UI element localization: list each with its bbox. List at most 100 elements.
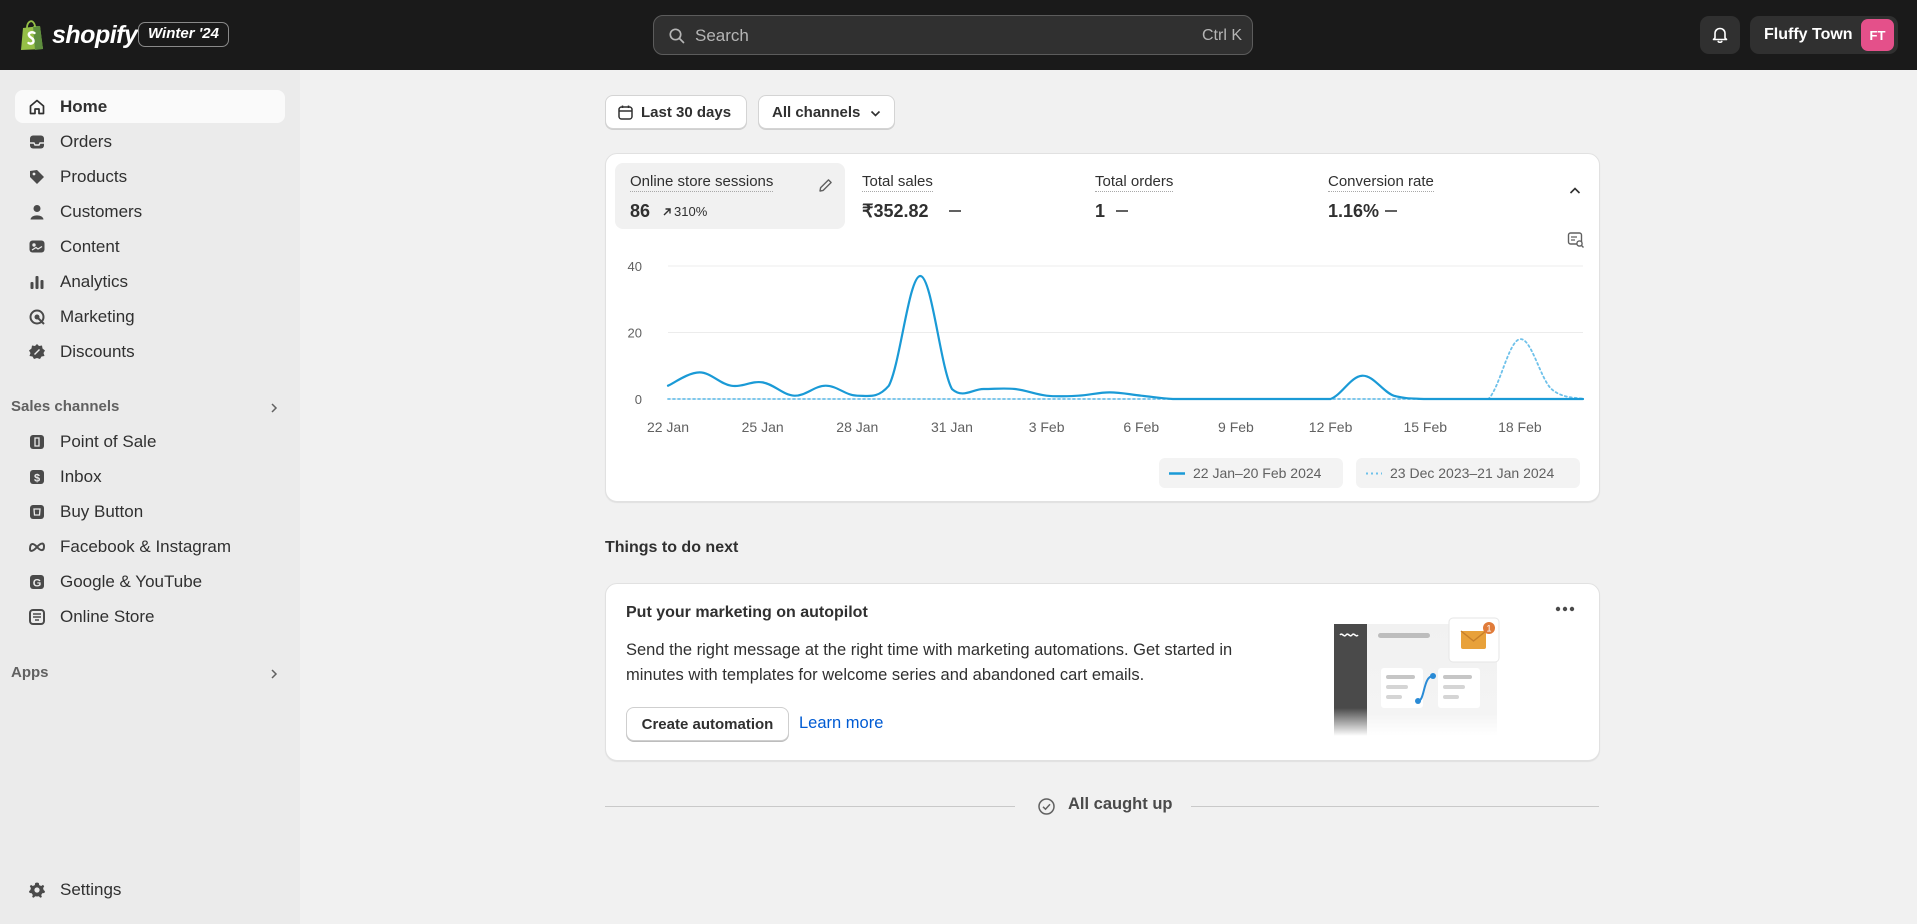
- sidebar-item-customers[interactable]: Customers: [15, 195, 285, 228]
- sidebar-item-label: Facebook & Instagram: [60, 537, 232, 556]
- metric-label: Total sales: [862, 173, 933, 192]
- sidebar-item-label: Google & YouTube: [60, 572, 203, 591]
- sidebar-item-label: Marketing: [60, 307, 135, 326]
- y-tick-label: 0: [635, 392, 642, 407]
- notifications-button[interactable]: [1700, 16, 1740, 54]
- sidebar-item-online-store[interactable]: Online Store: [15, 600, 285, 633]
- sidebar-item-label: Orders: [60, 132, 112, 151]
- pos-icon: [30, 435, 44, 449]
- series-line-current: [666, 274, 1585, 401]
- metric-label: Online store sessions: [630, 173, 774, 192]
- shopify-logo[interactable]: shopify: [18, 16, 138, 54]
- sidebar-item-content[interactable]: Content: [15, 230, 285, 263]
- sidebar-item-buy-button[interactable]: Buy Button: [15, 495, 285, 528]
- sidebar-item-label: Products: [60, 167, 128, 186]
- divider-line: [605, 806, 1015, 807]
- bell-icon: [1712, 27, 1728, 44]
- date-range-button[interactable]: Last 30 days: [605, 95, 747, 129]
- sidebar-item-google-youtube[interactable]: G Google & YouTube: [15, 565, 285, 598]
- top-bar: shopify Winter '24 Search Ctrl K Fluffy …: [0, 0, 1917, 70]
- channels-label: All channels: [772, 104, 861, 121]
- sidebar-item-orders[interactable]: Orders: [15, 125, 285, 158]
- sidebar-item-label: Online Store: [60, 607, 155, 626]
- person-icon: [30, 205, 44, 220]
- marketing-automation-card: Put your marketing on autopilot Send the…: [605, 583, 1600, 761]
- legend-dotted-swatch: [1366, 472, 1382, 475]
- content-icon: [29, 240, 45, 253]
- y-tick-label: 40: [628, 259, 642, 274]
- svg-text:G: G: [33, 578, 42, 590]
- no-change-dash: [1116, 210, 1128, 212]
- arrow-up-right-icon: [663, 208, 671, 216]
- notification-badge-count: 1: [1486, 624, 1491, 634]
- google-icon: G: [30, 575, 44, 590]
- home-icon: [29, 99, 45, 115]
- x-tick-label: 3 Feb: [1029, 419, 1065, 434]
- gear-icon: [29, 882, 45, 898]
- sidebar-item-label: Home: [60, 97, 108, 116]
- metric-label: Conversion rate: [1328, 173, 1434, 192]
- sales-channels-header[interactable]: Sales channels: [11, 398, 281, 422]
- search-placeholder: Search: [695, 26, 749, 45]
- no-change-dash: [949, 210, 961, 212]
- x-tick-label: 28 Jan: [836, 419, 878, 434]
- store-icon: [29, 609, 45, 625]
- sidebar-item-analytics[interactable]: Analytics: [15, 265, 285, 298]
- sidebar: Home Orders Products Customers Content A…: [0, 70, 300, 924]
- x-tick-label: 15 Feb: [1403, 419, 1447, 434]
- legend-current[interactable]: 22 Jan–20 Feb 2024: [1159, 458, 1343, 488]
- apps-header[interactable]: Apps: [11, 664, 281, 688]
- chevron-right-icon: [271, 403, 278, 413]
- legend-label: 23 Dec 2023–21 Jan 2024: [1390, 465, 1555, 481]
- metric-value: 86: [630, 201, 651, 221]
- inbox-icon: [30, 135, 44, 149]
- all-caught-up: All caught up: [605, 795, 1599, 819]
- inbox-chat-icon: $: [30, 470, 44, 485]
- channels-dropdown[interactable]: All channels: [758, 95, 895, 129]
- sidebar-item-marketing[interactable]: Marketing: [15, 300, 285, 333]
- metric-value: 1: [1095, 201, 1106, 221]
- metric-value: ₹352.82: [862, 201, 929, 221]
- create-automation-button[interactable]: Create automation: [626, 707, 789, 741]
- avatar: FT: [1861, 19, 1894, 51]
- learn-more-link[interactable]: Learn more: [799, 714, 883, 733]
- chevron-up-icon[interactable]: [1567, 183, 1583, 199]
- legend-previous[interactable]: 23 Dec 2023–21 Jan 2024: [1356, 458, 1580, 488]
- x-tick-label: 18 Feb: [1498, 419, 1542, 434]
- sidebar-item-label: Analytics: [60, 272, 129, 291]
- chart-insights-icon[interactable]: [1567, 231, 1585, 249]
- store-menu-button[interactable]: Fluffy Town FT: [1750, 16, 1898, 54]
- card-body: Send the right message at the right time…: [626, 641, 1233, 684]
- discount-icon: [29, 344, 45, 359]
- svg-text:$: $: [34, 473, 40, 485]
- legend-label: 22 Jan–20 Feb 2024: [1193, 465, 1322, 481]
- brand-wordmark: shopify: [52, 20, 138, 49]
- metric-total-sales[interactable]: Total sales ₹352.82: [847, 163, 1072, 229]
- sidebar-item-settings[interactable]: Settings: [15, 873, 285, 906]
- search-input[interactable]: Search Ctrl K: [653, 15, 1253, 55]
- sidebar-item-point-of-sale[interactable]: Point of Sale: [15, 425, 285, 458]
- metric-conversion-rate[interactable]: Conversion rate 1.16%: [1313, 163, 1538, 229]
- sidebar-item-products[interactable]: Products: [15, 160, 285, 193]
- metric-total-orders[interactable]: Total orders 1: [1080, 163, 1305, 229]
- target-icon: [29, 309, 45, 325]
- metric-value: 1.16%: [1328, 201, 1380, 221]
- divider-line: [1191, 806, 1599, 807]
- buy-button-icon: [30, 505, 44, 519]
- series-line-previous: [667, 338, 1584, 400]
- sidebar-item-discounts[interactable]: Discounts: [15, 335, 285, 368]
- x-tick-label: 22 Jan: [647, 419, 689, 434]
- more-horizontal-icon[interactable]: [1551, 599, 1579, 619]
- sidebar-item-label: Customers: [60, 202, 143, 221]
- metric-sessions[interactable]: Online store sessions 86 310%: [615, 163, 845, 229]
- pencil-icon[interactable]: [817, 177, 834, 194]
- sidebar-item-inbox[interactable]: $ Inbox: [15, 460, 285, 493]
- y-tick-label: 20: [628, 326, 642, 341]
- sidebar-item-home[interactable]: Home: [15, 90, 285, 123]
- sidebar-item-label: Content: [60, 237, 120, 256]
- x-tick-label: 9 Feb: [1218, 419, 1254, 434]
- calendar-icon: [618, 105, 633, 120]
- sidebar-item-facebook-instagram[interactable]: Facebook & Instagram: [15, 530, 285, 563]
- edition-badge[interactable]: Winter '24: [138, 22, 229, 47]
- search-shortcut: Ctrl K: [1202, 27, 1242, 44]
